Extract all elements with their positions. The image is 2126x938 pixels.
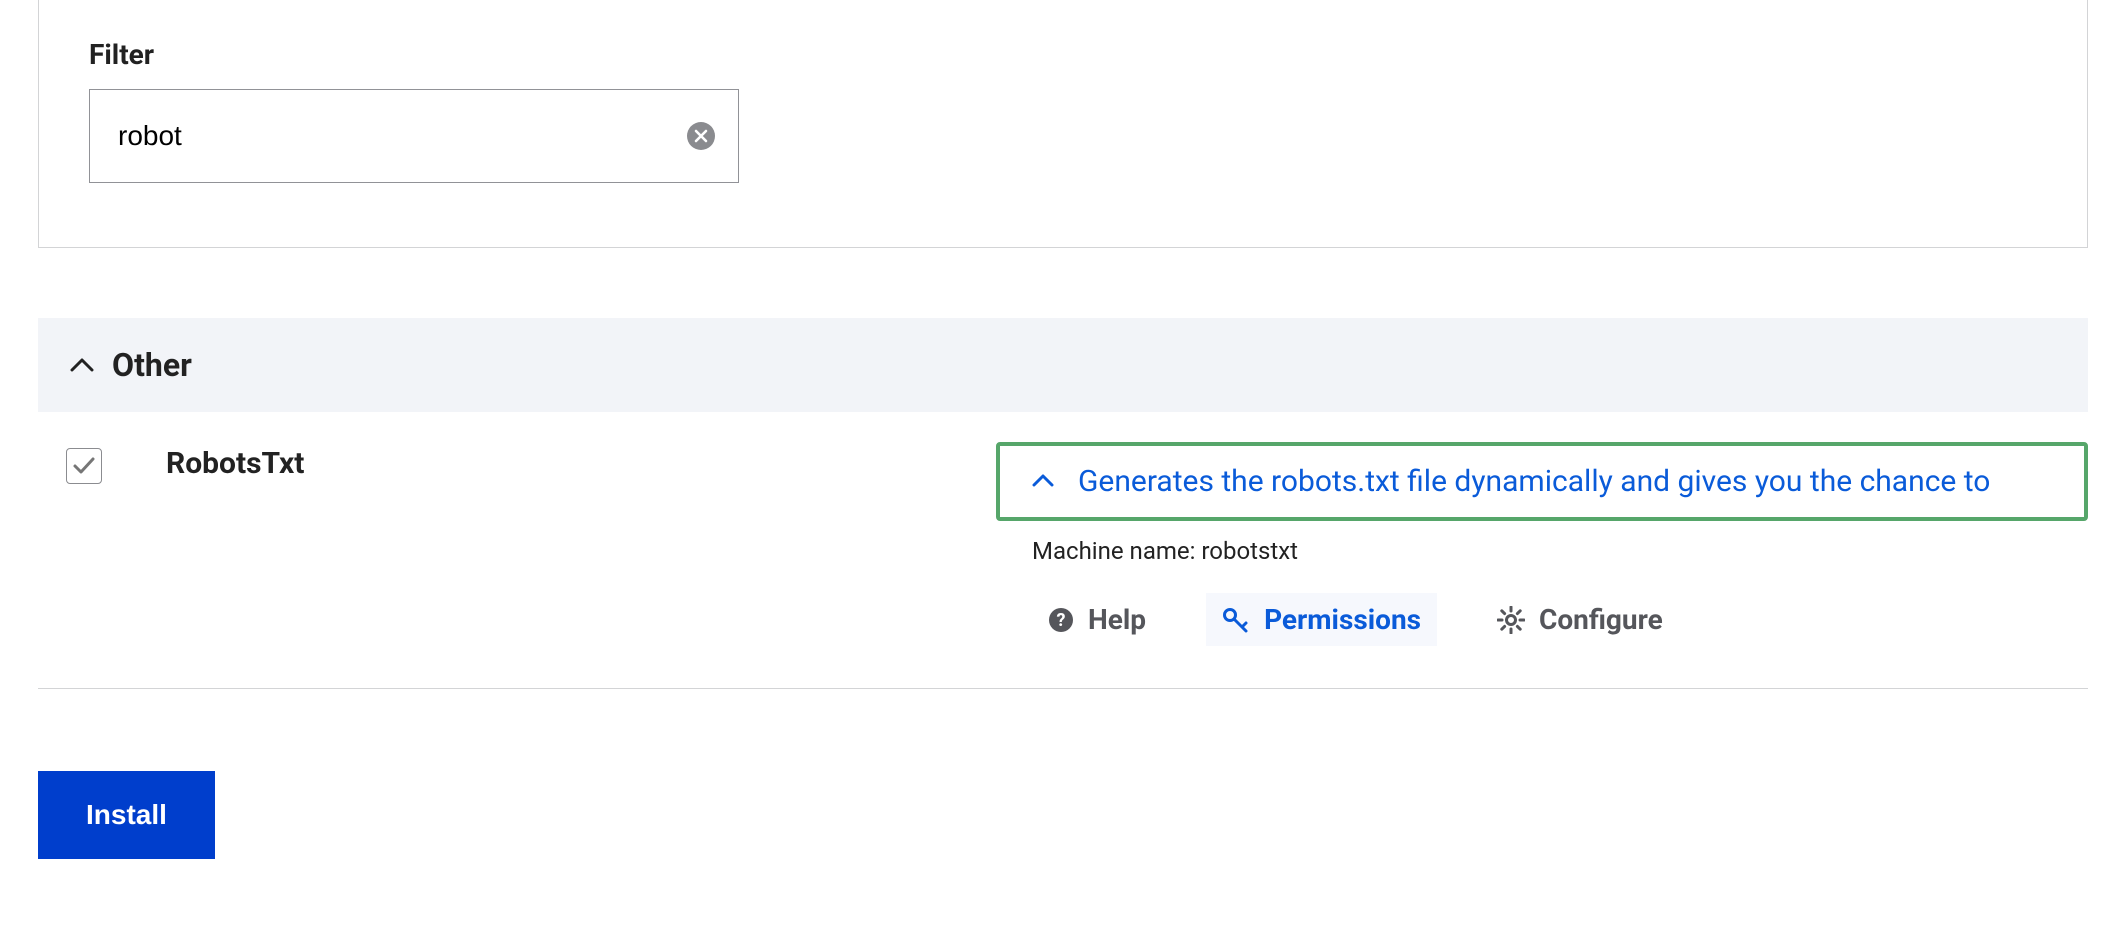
gear-icon bbox=[1497, 606, 1525, 634]
module-actions: ? Help Permissions Configure bbox=[996, 593, 2088, 646]
checkbox-cell bbox=[66, 442, 166, 646]
chevron-up-icon bbox=[1032, 472, 1054, 491]
help-label: Help bbox=[1088, 603, 1146, 636]
section-header-other[interactable]: Other bbox=[38, 318, 2088, 412]
filter-label: Filter bbox=[89, 38, 2037, 71]
help-icon: ? bbox=[1048, 607, 1074, 633]
help-link[interactable]: ? Help bbox=[1032, 593, 1162, 646]
key-icon bbox=[1222, 606, 1250, 634]
machine-name-row: Machine name: robotstxt bbox=[996, 537, 2088, 565]
machine-name-label: Machine name: bbox=[1032, 537, 1201, 565]
module-name: RobotsTxt bbox=[166, 442, 996, 646]
permissions-link[interactable]: Permissions bbox=[1206, 593, 1437, 646]
permissions-label: Permissions bbox=[1264, 603, 1421, 636]
filter-field bbox=[89, 89, 739, 183]
filter-panel: Filter bbox=[38, 0, 2088, 248]
machine-name-value: robotstxt bbox=[1201, 537, 1298, 565]
module-checkbox[interactable] bbox=[66, 448, 102, 484]
module-description: Generates the robots.txt file dynamicall… bbox=[1078, 464, 1990, 499]
configure-label: Configure bbox=[1539, 603, 1663, 636]
module-row: RobotsTxt Generates the robots.txt file … bbox=[38, 412, 2088, 689]
filter-input[interactable] bbox=[89, 89, 739, 183]
svg-text:?: ? bbox=[1057, 610, 1066, 631]
module-details: Generates the robots.txt file dynamicall… bbox=[996, 442, 2088, 646]
configure-link[interactable]: Configure bbox=[1481, 593, 1679, 646]
section-title: Other bbox=[112, 346, 192, 384]
install-button[interactable]: Install bbox=[38, 771, 215, 859]
clear-icon[interactable] bbox=[687, 122, 715, 150]
module-description-toggle[interactable]: Generates the robots.txt file dynamicall… bbox=[996, 442, 2088, 521]
chevron-up-icon bbox=[70, 358, 94, 372]
